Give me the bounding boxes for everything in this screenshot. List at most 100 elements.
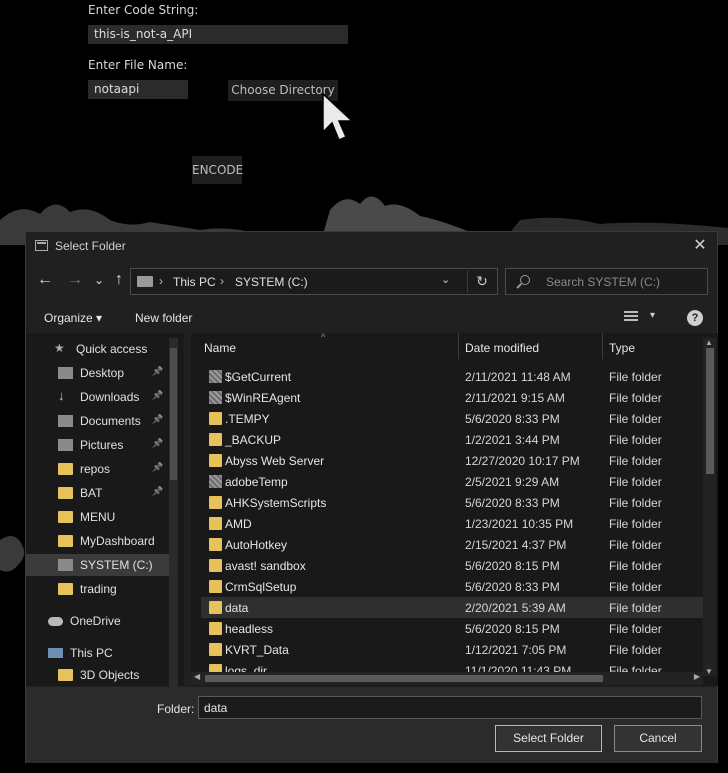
back-arrow-icon[interactable]: ← <box>34 269 56 291</box>
folder-icon <box>209 559 222 572</box>
select-folder-dialog: Select Folder ✕ ← → ⌄ ↑ › This PC › SYST… <box>25 231 718 763</box>
scrollbar-thumb[interactable] <box>706 348 714 474</box>
file-date-modified: 1/23/2021 10:35 PM <box>465 517 574 531</box>
refresh-icon[interactable]: ↻ <box>467 270 496 293</box>
file-row[interactable]: CrmSqlSetup 5/6/2020 8:33 PM File folder <box>201 576 706 597</box>
file-row[interactable]: headless 5/6/2020 8:15 PM File folder <box>201 618 706 639</box>
file-row[interactable]: AutoHotkey 2/15/2021 4:37 PM File folder <box>201 534 706 555</box>
scrollbar-thumb[interactable] <box>170 348 177 480</box>
view-dropdown-icon[interactable]: ▾ <box>650 310 655 321</box>
folder-icon <box>209 601 222 614</box>
cancel-button[interactable]: Cancel <box>614 725 702 752</box>
column-divider[interactable] <box>602 333 603 359</box>
sidebar-item-desktop[interactable]: Desktop 📌 <box>26 362 176 384</box>
file-row[interactable]: data 2/20/2021 5:39 AM File folder <box>201 597 706 618</box>
column-headers: ^ Name Date modified Type <box>191 333 718 361</box>
code-string-input[interactable]: this-is_not-a_API <box>88 25 348 44</box>
folder-input[interactable]: data <box>198 696 702 719</box>
file-row[interactable]: $GetCurrent 2/11/2021 11:48 AM File folder <box>201 366 706 387</box>
help-icon[interactable]: ? <box>687 310 703 326</box>
file-name: CrmSqlSetup <box>225 580 297 594</box>
sidebar-item-label: Desktop <box>80 366 125 380</box>
file-row[interactable]: AMD 1/23/2021 10:35 PM File folder <box>201 513 706 534</box>
scroll-down-icon[interactable]: ▼ <box>705 667 713 676</box>
sidebar-item-repos[interactable]: repos 📌 <box>26 458 176 480</box>
file-row[interactable]: $WinREAgent 2/11/2021 9:15 AM File folder <box>201 387 706 408</box>
dialog-title: Select Folder <box>55 239 126 253</box>
sidebar-item-onedrive[interactable]: OneDrive <box>26 610 176 632</box>
sidebar-item-3d-objects[interactable]: 3D Objects <box>26 664 176 686</box>
file-date-modified: 2/15/2021 4:37 PM <box>465 538 567 552</box>
scroll-right-icon[interactable]: ▶ <box>694 672 700 681</box>
file-row[interactable]: Abyss Web Server 12/27/2020 10:17 PM File … <box>201 450 706 471</box>
sidebar-item-bat[interactable]: BAT 📌 <box>26 482 176 504</box>
sidebar-item-quick-access[interactable]: ★ Quick access <box>26 338 176 360</box>
new-folder-button[interactable]: New folder <box>135 311 192 325</box>
up-arrow-icon[interactable]: ↑ <box>108 269 130 291</box>
sidebar-item-documents[interactable]: Documents 📌 <box>26 410 176 432</box>
file-row[interactable]: AHKSystemScripts 5/6/2020 8:33 PM File fol… <box>201 492 706 513</box>
navigation-pane: ★ Quick access Desktop 📌 ↓ Downloads 📌 Document… <box>26 333 184 686</box>
column-divider[interactable] <box>458 333 459 359</box>
file-name: AHKSystemScripts <box>225 496 327 510</box>
file-row[interactable]: adobeTemp 2/5/2021 9:29 AM File folder <box>201 471 706 492</box>
file-list: ^ Name Date modified Type $GetCurrent 2/1… <box>191 333 718 686</box>
sidebar-item-mydashboard[interactable]: MyDashboard <box>26 530 176 552</box>
pin-icon: 📌 <box>152 438 164 448</box>
encode-button[interactable]: ENCODE <box>192 156 243 184</box>
file-name-label: Enter File Name: <box>88 58 188 72</box>
scrollbar-thumb[interactable] <box>205 675 603 682</box>
sidebar-item-label: SYSTEM (C:) <box>80 558 153 572</box>
select-folder-button[interactable]: Select Folder <box>495 725 602 752</box>
sidebar-item-this-pc[interactable]: This PC <box>26 642 176 664</box>
file-date-modified: 2/5/2021 9:29 AM <box>465 475 560 489</box>
sort-ascending-icon: ^ <box>321 333 326 342</box>
search-box[interactable]: Search SYSTEM (C:) <box>505 268 708 295</box>
pin-icon: 📌 <box>152 366 164 376</box>
file-date-modified: 5/6/2020 8:33 PM <box>465 580 560 594</box>
breadcrumb-system-c[interactable]: SYSTEM (C:) <box>235 275 308 289</box>
organize-menu-button[interactable]: Organize ▾ <box>44 311 102 325</box>
close-icon[interactable]: ✕ <box>689 235 711 257</box>
column-header-name[interactable]: Name <box>204 341 236 355</box>
star-icon: ★ <box>54 341 65 355</box>
breadcrumb-this-pc[interactable]: This PC <box>173 275 216 289</box>
sidebar-item-downloads[interactable]: ↓ Downloads 📌 <box>26 386 176 408</box>
sidebar-item-label: MENU <box>80 510 116 524</box>
file-list-vertical-scrollbar[interactable]: ▲ ▼ <box>703 338 716 676</box>
folder-icon <box>58 511 73 523</box>
navigation-pane-scrollbar[interactable] <box>169 338 178 698</box>
file-row[interactable]: KVRT_Data 1/12/2021 7:05 PM File folder <box>201 639 706 660</box>
file-row[interactable]: avast! sandbox 5/6/2020 8:15 PM File folde… <box>201 555 706 576</box>
file-name: headless <box>225 622 274 636</box>
forward-arrow-icon[interactable]: → <box>64 269 86 291</box>
recent-locations-chevron-icon[interactable]: ⌄ <box>88 269 110 291</box>
file-name-input[interactable]: notaapi <box>88 80 188 99</box>
file-row[interactable]: _BACKUP 1/2/2021 3:44 PM File folder <box>201 429 706 450</box>
column-header-date-modified[interactable]: Date modified <box>465 341 539 355</box>
scroll-left-icon[interactable]: ◀ <box>194 672 200 681</box>
file-date-modified: 5/6/2020 8:15 PM <box>465 622 560 636</box>
scroll-up-icon[interactable]: ▲ <box>705 338 713 347</box>
file-date-modified: 2/11/2021 9:15 AM <box>465 391 565 405</box>
view-options-icon[interactable] <box>624 311 638 323</box>
address-bar[interactable]: › This PC › SYSTEM (C:) ⌄ ↻ <box>130 268 498 295</box>
sidebar-item-system-c[interactable]: SYSTEM (C:) <box>26 554 176 576</box>
file-name: avast! sandbox <box>225 559 306 573</box>
encoder-app-window: Enter Code String: this-is_not-a_API Ent… <box>82 0 350 195</box>
desktop-icon <box>58 367 73 379</box>
file-type: File folder <box>609 370 662 384</box>
sidebar-item-pictures[interactable]: Pictures 📌 <box>26 434 176 456</box>
file-type: File folder <box>609 496 662 510</box>
file-date-modified: 5/6/2020 8:15 PM <box>465 559 560 573</box>
file-list-horizontal-scrollbar[interactable]: ◀ ▶ <box>191 672 703 685</box>
sidebar-item-trading[interactable]: trading <box>26 578 176 600</box>
column-header-type[interactable]: Type <box>609 341 635 355</box>
sidebar-item-menu[interactable]: MENU <box>26 506 176 528</box>
sidebar-item-label: BAT <box>80 486 103 500</box>
folder-icon <box>209 622 222 635</box>
folder-icon <box>58 487 73 499</box>
folder-icon <box>58 535 73 547</box>
address-dropdown-icon[interactable]: ⌄ <box>441 273 450 286</box>
file-row[interactable]: .TEMPY 5/6/2020 8:33 PM File folder <box>201 408 706 429</box>
